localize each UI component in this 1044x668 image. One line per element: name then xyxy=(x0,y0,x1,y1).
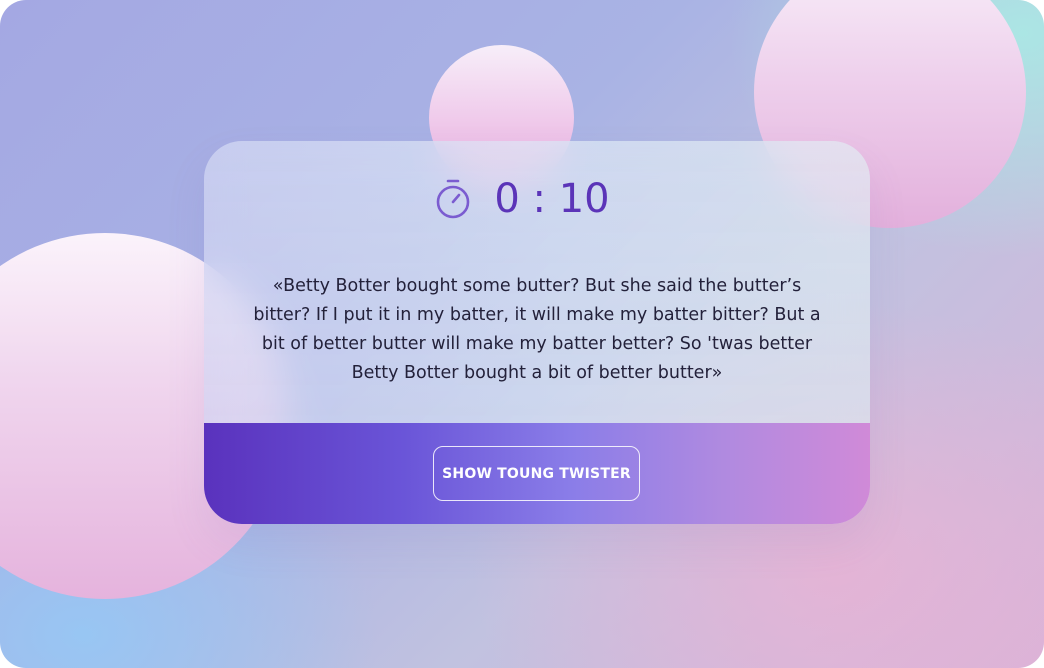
timer: 0 : 10 xyxy=(204,175,870,223)
twister-card: 0 : 10 «Betty Botter bought some butter?… xyxy=(204,141,870,524)
show-tongue-twister-button[interactable]: SHOW TOUNG TWISTER xyxy=(433,446,640,501)
action-bar: SHOW TOUNG TWISTER xyxy=(204,423,870,524)
tongue-twister-text: «Betty Botter bought some butter? But sh… xyxy=(253,276,821,383)
stopwatch-icon xyxy=(437,178,472,220)
timer-value: 0 : 10 xyxy=(494,176,610,222)
app-background: 0 : 10 «Betty Botter bought some butter?… xyxy=(0,0,1044,668)
